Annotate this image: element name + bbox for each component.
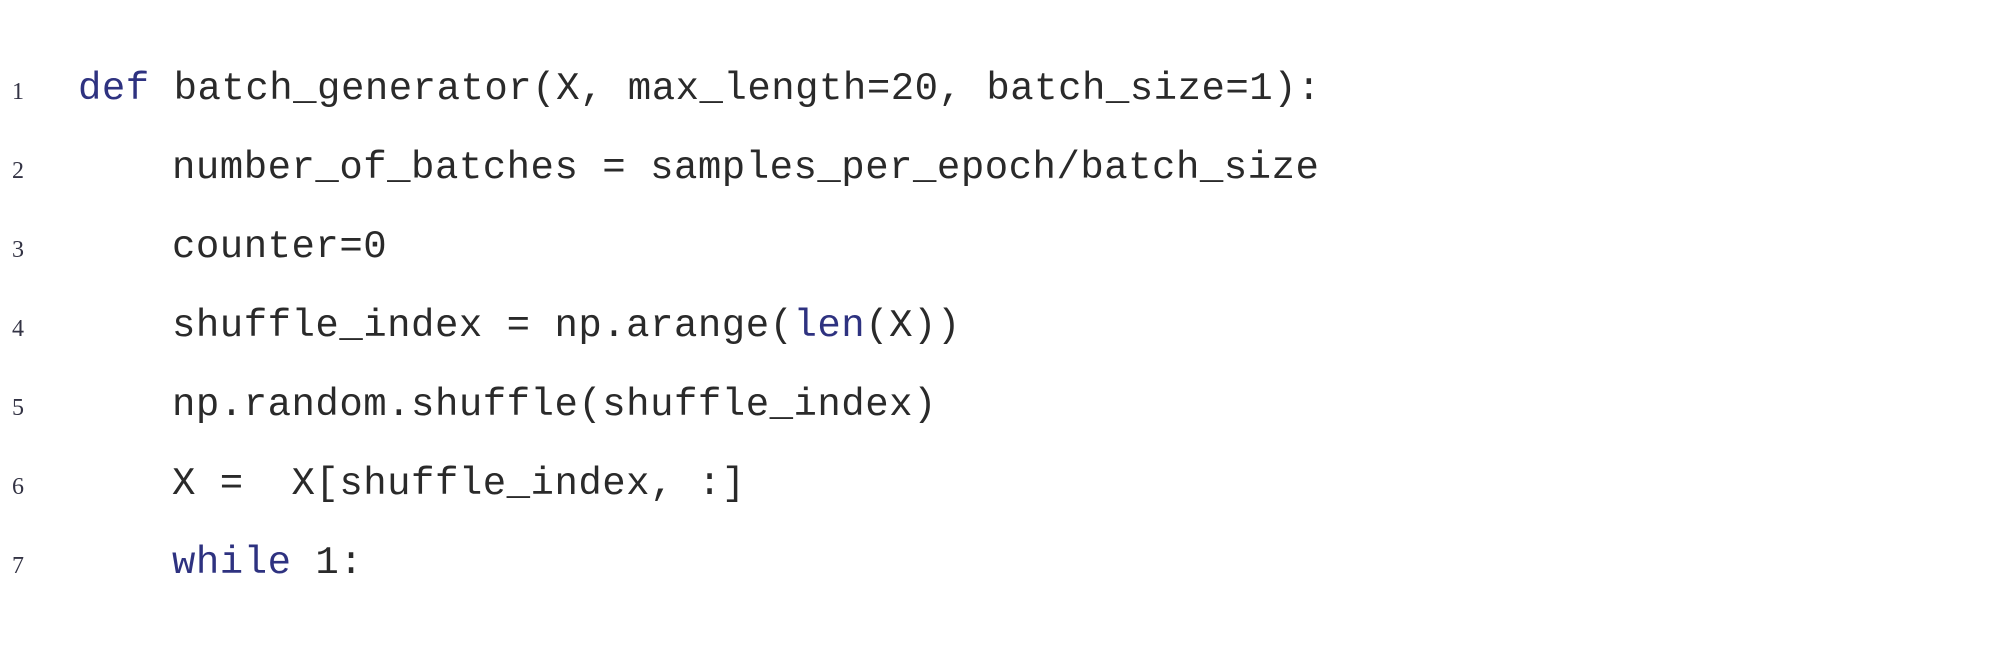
code-line-2: 2 number_of_batches = samples_per_epoch/…	[0, 127, 1991, 206]
code-line-7: 7 while 1:	[0, 522, 1991, 601]
code-listing: 1 def batch_generator(X, max_length=20, …	[0, 48, 1991, 601]
line-number: 1	[12, 79, 24, 105]
code-text: counter=0	[78, 225, 387, 269]
code-line-6: 6 X = X[shuffle_index, :]	[0, 443, 1991, 522]
code-segment: counter=0	[172, 225, 388, 269]
line-number: 3	[12, 237, 24, 263]
code-segment: X = X[shuffle_index, :]	[172, 462, 746, 506]
code-text: shuffle_index = np.arange(len(X))	[78, 304, 961, 348]
code-line-4: 4 shuffle_index = np.arange(len(X))	[0, 285, 1991, 364]
code-segment: number_of_batches = samples_per_epoch/ba…	[172, 146, 1320, 190]
code-text: np.random.shuffle(shuffle_index)	[78, 383, 937, 427]
code-segment: batch_generator(X, max_length=20, batch_…	[149, 67, 1322, 111]
code-line-1: 1 def batch_generator(X, max_length=20, …	[0, 48, 1991, 127]
line-number: 6	[12, 474, 24, 500]
keyword-while: while	[172, 541, 292, 585]
keyword-def: def	[78, 67, 150, 111]
code-text: def batch_generator(X, max_length=20, ba…	[78, 67, 1321, 111]
line-number: 2	[12, 158, 24, 184]
line-number: 5	[12, 395, 24, 421]
builtin-len: len	[793, 304, 866, 348]
code-text: X = X[shuffle_index, :]	[78, 462, 746, 506]
code-segment: (X))	[865, 304, 961, 348]
line-number: 4	[12, 316, 24, 342]
code-text: number_of_batches = samples_per_epoch/ba…	[78, 146, 1319, 190]
line-number: 7	[12, 553, 24, 579]
code-line-5: 5 np.random.shuffle(shuffle_index)	[0, 364, 1991, 443]
code-line-3: 3 counter=0	[0, 206, 1991, 285]
code-text: while 1:	[78, 541, 363, 585]
code-segment: np.random.shuffle(shuffle_index)	[172, 383, 937, 427]
code-segment: shuffle_index = np.arange(	[172, 304, 794, 348]
code-segment: 1:	[291, 541, 364, 585]
